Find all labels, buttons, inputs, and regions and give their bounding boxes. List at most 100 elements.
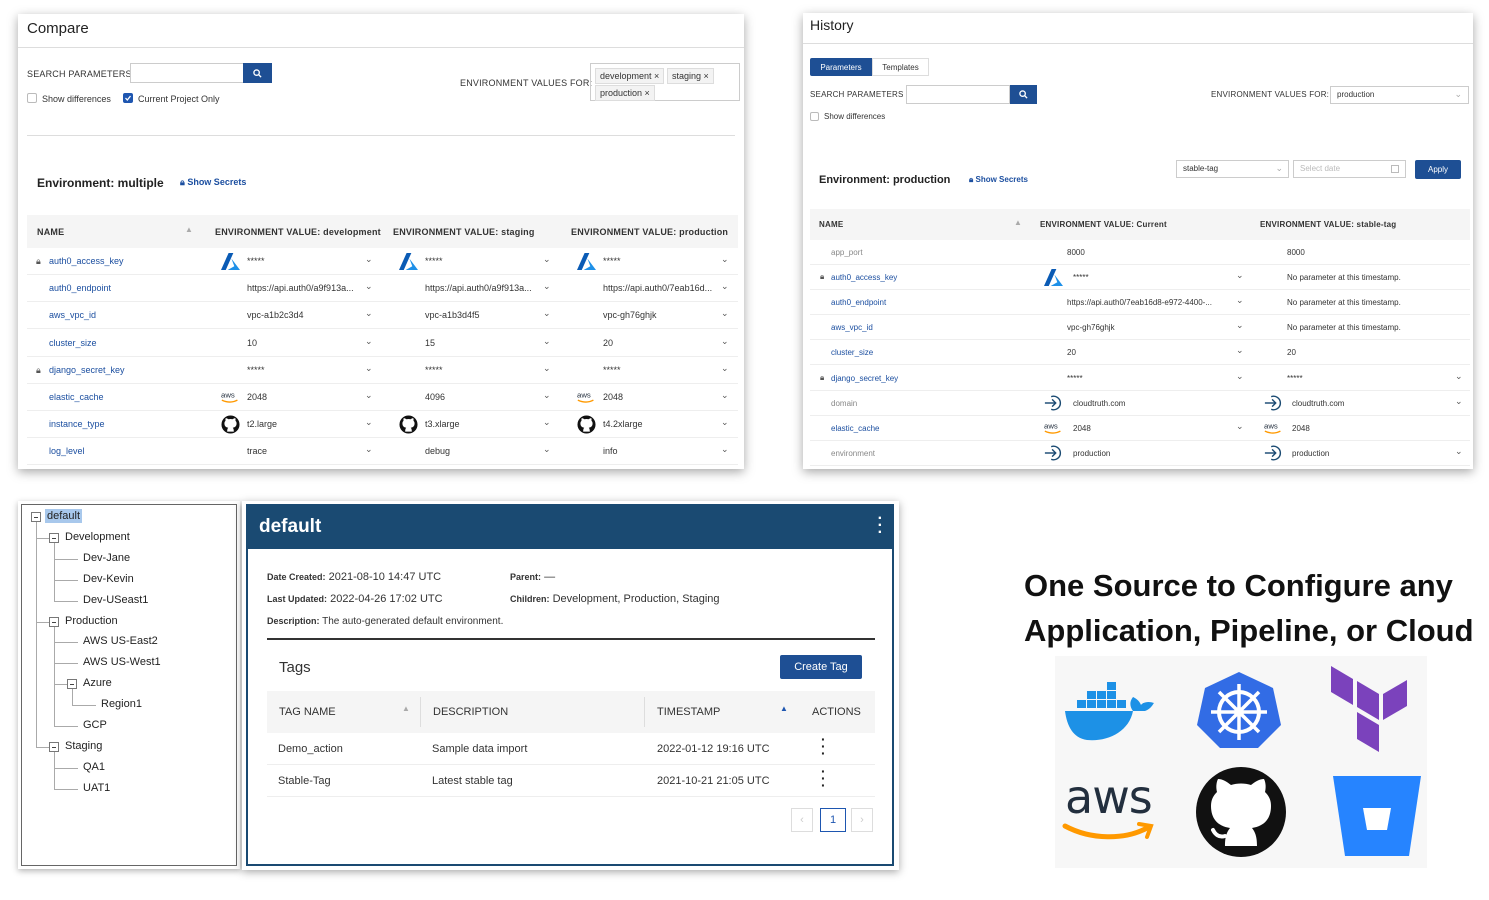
prev-page-button[interactable]: ‹ [791, 808, 813, 832]
chevron-down-icon[interactable]: ⌄ [543, 417, 551, 428]
table-row[interactable]: elastic_cache aws 2048 ⌄ 4096 ⌄ aws 2048 ⌄ [27, 384, 738, 411]
tree-item[interactable]: Dev-Kevin [83, 573, 134, 585]
tab-parameters[interactable]: Parameters [810, 58, 872, 76]
parameter-name-link[interactable]: elastic_cache [49, 392, 104, 402]
tab-templates[interactable]: Templates [872, 58, 929, 76]
chevron-down-icon[interactable]: ⌄ [365, 308, 373, 319]
table-row[interactable]: Demo_action Sample data import 2022-01-12 … [267, 732, 875, 765]
chevron-down-icon[interactable]: ⌄ [1236, 295, 1244, 306]
table-row[interactable]: instance_type t2.large ⌄ t3.xlarge ⌄ t4.2xlar… [27, 411, 738, 439]
next-page-button[interactable]: › [851, 808, 873, 832]
parameter-name-link[interactable]: auth0_access_key [49, 256, 124, 266]
tree-item[interactable]: GCP [83, 719, 107, 731]
env-multiselect[interactable]: development × staging × production × [590, 63, 740, 101]
current-project-only-checkbox[interactable] [123, 93, 133, 103]
search-input[interactable] [130, 63, 244, 83]
tree-item[interactable]: AWS US-West1 [83, 656, 161, 668]
tag-select[interactable]: stable-tag ⌄ [1176, 160, 1289, 178]
tree-item[interactable]: UAT1 [83, 782, 110, 794]
parameter-name[interactable]: cluster_size [831, 348, 873, 357]
chevron-down-icon[interactable]: ⌄ [365, 254, 373, 265]
parameter-name[interactable]: auth0_access_key [831, 273, 897, 282]
search-button[interactable] [243, 63, 272, 83]
show-differences-checkbox[interactable] [27, 93, 37, 103]
sort-icon[interactable]: ▲ [185, 225, 193, 234]
collapse-icon[interactable] [49, 532, 59, 543]
chevron-down-icon[interactable]: ⌄ [365, 363, 373, 374]
table-row[interactable]: app_port 8000 8000 [810, 240, 1470, 265]
tree-root-default[interactable]: default [45, 509, 83, 523]
table-row[interactable]: aws_vpc_id vpc-a1b2c3d4 ⌄ vpc-a1b3d4f5 ⌄ vpc-… [27, 302, 738, 330]
table-row[interactable]: auth0_endpoint https://api.auth0/a9f913a.… [27, 275, 738, 303]
show-differences-checkbox[interactable] [810, 112, 819, 121]
table-row[interactable]: environment production production ⌄ [810, 441, 1470, 466]
table-row[interactable]: cluster_size 10 ⌄ 15 ⌄ 20 ⌄ [27, 330, 738, 357]
sort-icon[interactable]: ▲ [1014, 218, 1022, 227]
collapse-icon[interactable] [67, 679, 77, 690]
chevron-down-icon[interactable]: ⌄ [721, 417, 729, 428]
chevron-down-icon[interactable]: ⌄ [721, 336, 729, 347]
chevron-down-icon[interactable]: ⌄ [1455, 396, 1463, 407]
tree-item[interactable]: Region1 [101, 698, 142, 710]
collapse-icon[interactable] [49, 616, 59, 627]
table-row[interactable]: cluster_size 20 ⌄ 20 [810, 340, 1470, 366]
parameter-name-link[interactable]: aws_vpc_id [49, 310, 96, 320]
chevron-down-icon[interactable]: ⌄ [365, 281, 373, 292]
chevron-down-icon[interactable]: ⌄ [543, 444, 551, 455]
show-secrets-link[interactable]: 🔒︎ Show Secrets [969, 175, 1028, 185]
env-tag-production[interactable]: production × [595, 85, 655, 101]
chevron-down-icon[interactable]: ⌄ [1236, 345, 1244, 356]
tree-item[interactable]: Development [65, 531, 130, 543]
row-actions-icon[interactable]: · · · [821, 764, 826, 792]
table-row[interactable]: aws_vpc_id vpc-gh76ghjk ⌄ No parameter at t… [810, 315, 1470, 341]
parameter-name[interactable]: django_secret_key [831, 374, 898, 383]
parameter-name-link[interactable]: instance_type [49, 419, 105, 429]
search-button[interactable] [1010, 85, 1037, 104]
chevron-down-icon[interactable]: ⌄ [1455, 371, 1463, 382]
create-tag-button[interactable]: Create Tag [780, 655, 862, 679]
tree-item[interactable]: QA1 [83, 761, 105, 773]
table-row[interactable]: domain cloudtruth.com cloudtruth.com ⌄ [810, 391, 1470, 416]
tree-item[interactable]: Azure [83, 677, 112, 689]
date-picker[interactable]: Select date [1293, 160, 1406, 178]
chevron-down-icon[interactable]: ⌄ [721, 363, 729, 374]
search-input[interactable] [906, 85, 1010, 104]
table-row[interactable]: 🔒︎ auth0_access_key ***** ⌄ No parameter at … [810, 265, 1470, 291]
parameter-name-link[interactable]: cluster_size [49, 338, 97, 348]
collapse-icon[interactable] [49, 741, 59, 752]
table-row[interactable]: elastic_cache aws 2048 ⌄ aws 2048 [810, 416, 1470, 441]
env-tag-development[interactable]: development × [595, 68, 665, 84]
chevron-down-icon[interactable]: ⌄ [721, 254, 729, 265]
chevron-down-icon[interactable]: ⌄ [543, 390, 551, 401]
parameter-name[interactable]: auth0_endpoint [831, 298, 886, 307]
chevron-down-icon[interactable]: ⌄ [1236, 320, 1244, 331]
table-row[interactable]: auth0_endpoint https://api.auth0/7eab16d8… [810, 290, 1470, 316]
env-tag-staging[interactable]: staging × [667, 68, 714, 84]
tree-item[interactable]: Production [65, 615, 118, 627]
table-row[interactable]: Stable-Tag Latest stable tag 2021-10-21 21… [267, 764, 875, 797]
parameter-name-link[interactable]: log_level [49, 446, 85, 456]
chevron-down-icon[interactable]: ⌄ [365, 336, 373, 347]
parameter-name[interactable]: elastic_cache [831, 424, 879, 433]
page-number-button[interactable]: 1 [820, 808, 846, 832]
tree-item[interactable]: AWS US-East2 [83, 635, 158, 647]
sort-icon[interactable]: ▲ [402, 704, 410, 713]
parameter-name-link[interactable]: auth0_endpoint [49, 283, 111, 293]
tree-item[interactable]: Dev-USeast1 [83, 594, 148, 606]
apply-button[interactable]: Apply [1415, 160, 1461, 179]
chevron-down-icon[interactable]: ⌄ [1455, 446, 1463, 457]
parameter-name[interactable]: aws_vpc_id [831, 323, 873, 332]
chevron-down-icon[interactable]: ⌄ [365, 444, 373, 455]
chevron-down-icon[interactable]: ⌄ [543, 254, 551, 265]
show-secrets-link[interactable]: 🔒︎ Show Secrets [180, 177, 246, 188]
chevron-down-icon[interactable]: ⌄ [365, 390, 373, 401]
chevron-down-icon[interactable]: ⌄ [365, 417, 373, 428]
sort-icon[interactable]: ▲ [780, 704, 788, 713]
table-row[interactable]: 🔒︎ auth0_access_key ***** ⌄ ***** ⌄ ***** ⌄ [27, 248, 738, 275]
collapse-icon[interactable] [31, 512, 41, 522]
chevron-down-icon[interactable]: ⌄ [1236, 421, 1244, 432]
chevron-down-icon[interactable]: ⌄ [543, 336, 551, 347]
chevron-down-icon[interactable]: ⌄ [721, 444, 729, 455]
row-actions-icon[interactable]: · · · [821, 732, 826, 760]
chevron-down-icon[interactable]: ⌄ [721, 390, 729, 401]
